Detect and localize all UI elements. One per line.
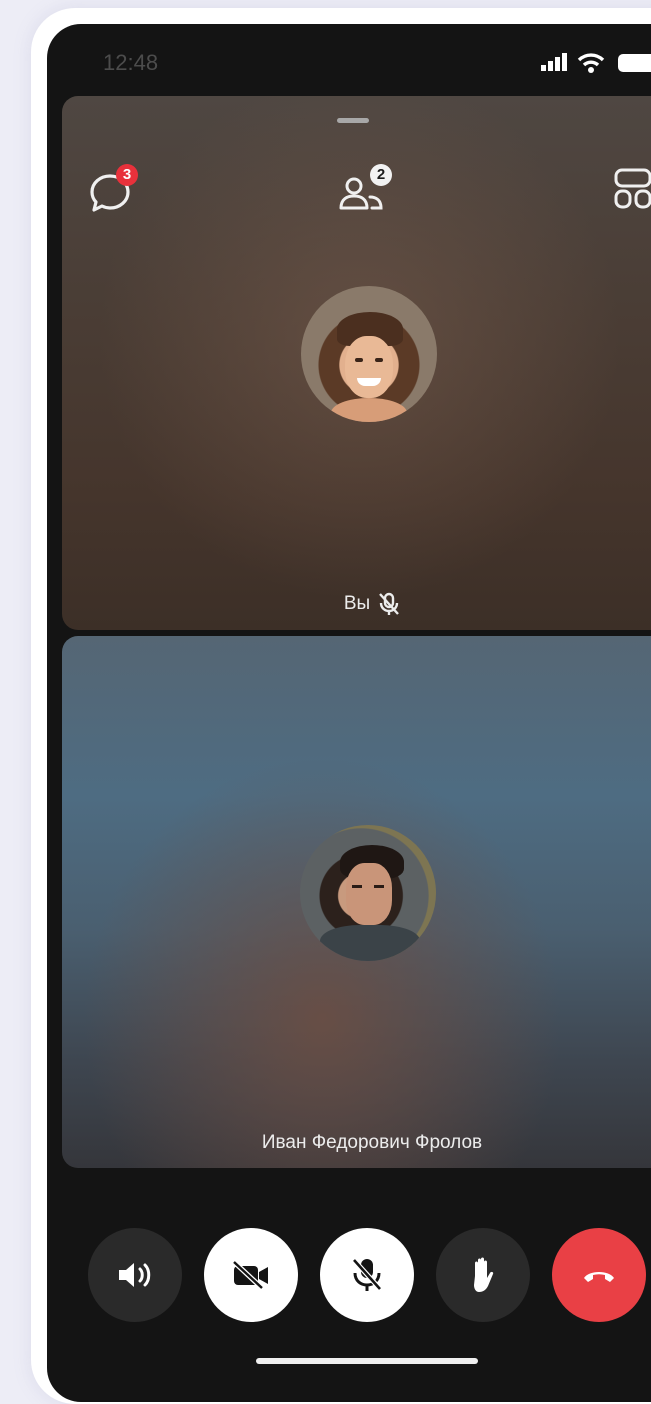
status-icons — [541, 52, 651, 74]
camera-toggle-button[interactable] — [204, 1228, 298, 1322]
home-indicator — [256, 1358, 478, 1364]
participant-avatar — [300, 825, 436, 961]
raise-hand-icon — [474, 1257, 494, 1292]
drag-handle[interactable] — [337, 118, 369, 123]
status-bar: 12:48 — [47, 24, 651, 96]
speaker-button[interactable] — [88, 1228, 182, 1322]
wifi-icon — [577, 53, 605, 73]
end-call-button[interactable] — [552, 1228, 646, 1322]
participant-name: Иван Федорович Фролов — [261, 1132, 483, 1153]
microphone-toggle-button[interactable] — [320, 1228, 414, 1322]
self-name: Вы — [343, 593, 371, 615]
participants-count-badge: 2 — [370, 164, 392, 186]
camera-off-icon — [231, 1259, 268, 1291]
mic-off-icon — [351, 1257, 383, 1292]
speaker-icon — [119, 1263, 151, 1287]
battery-icon — [618, 54, 651, 72]
call-screen: 12:48 3 2 Вы Иван Федорович Фролов — [47, 24, 651, 1402]
participant-video-tile[interactable]: Иван Федорович Фролов — [62, 636, 651, 1168]
self-avatar — [301, 286, 437, 422]
raise-hand-button[interactable] — [436, 1228, 530, 1322]
signal-icon — [541, 53, 567, 71]
participants-button[interactable]: 2 — [338, 164, 402, 220]
layout-button[interactable] — [614, 168, 651, 218]
chat-button[interactable]: 3 — [86, 164, 146, 220]
self-video-tile[interactable]: 3 2 Вы — [62, 96, 651, 630]
mic-muted-icon — [379, 592, 400, 615]
call-controls — [47, 1210, 651, 1322]
self-tile-label: Вы — [62, 592, 651, 616]
chat-unread-badge: 3 — [116, 164, 138, 186]
status-time: 12:48 — [103, 50, 159, 75]
layout-grid-icon — [614, 168, 651, 209]
end-call-icon — [584, 1272, 614, 1282]
